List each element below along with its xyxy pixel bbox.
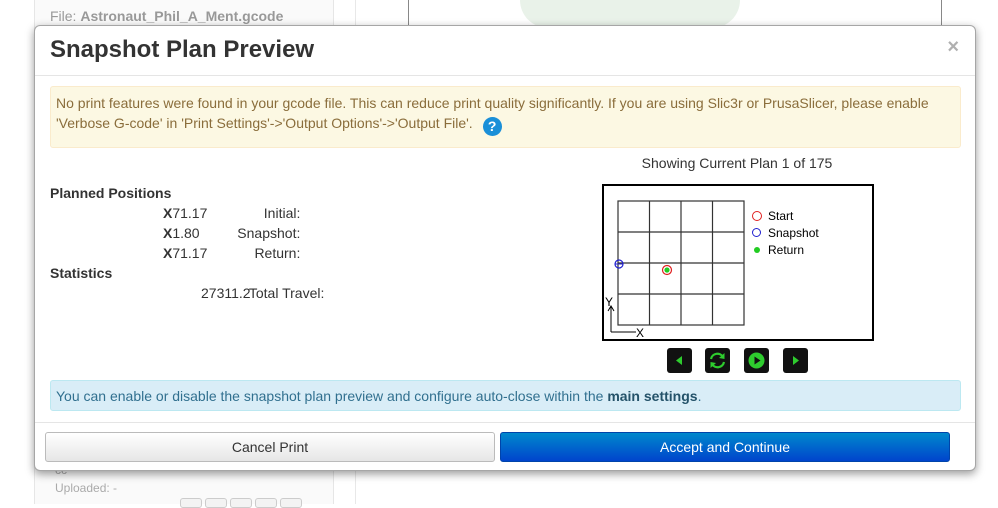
next-plan-button[interactable]: [783, 348, 808, 373]
return-value: X71.17: [163, 243, 207, 263]
initial-axis: X: [163, 205, 173, 221]
total-travel-value: 27311.2: [201, 285, 251, 301]
legend-return-label: Return: [768, 243, 805, 257]
info-end: .: [697, 388, 702, 404]
return-label: Return:: [254, 245, 301, 261]
file-label: File:: [50, 8, 77, 24]
planned-positions: Planned Positions Initial: X71.17 Snapsh…: [50, 183, 324, 303]
initial-value: X71.17: [163, 203, 207, 223]
main-settings-link[interactable]: main settings: [607, 388, 697, 404]
bed-grid: [617, 200, 745, 326]
refresh-plan-button[interactable]: [705, 348, 730, 373]
preview-settings-info: You can enable or disable the snapshot p…: [50, 380, 961, 411]
play-circle-icon: [748, 352, 765, 369]
background-button[interactable]: [230, 498, 252, 508]
return-axis: X: [163, 245, 173, 261]
refresh-icon: [709, 352, 726, 369]
triangle-right-icon: [793, 356, 799, 365]
modal-header: Snapshot Plan Preview ×: [35, 26, 975, 76]
snapshot-number: 1.80: [172, 225, 200, 241]
initial-number: 71.17: [172, 205, 208, 221]
modal-footer: Cancel Print Accept and Continue: [35, 422, 975, 471]
background-button[interactable]: [205, 498, 227, 508]
plot-legend: Start Snapshot Return: [752, 208, 819, 259]
legend-start-label: Start: [768, 209, 794, 223]
legend-return: Return: [752, 242, 819, 259]
statistics-heading: Statistics: [50, 265, 113, 281]
triangle-left-icon: [676, 356, 682, 365]
plan-status: Showing Current Plan 1 of 175: [641, 155, 833, 171]
no-features-warning: No print features were found in your gco…: [50, 86, 961, 148]
info-text: You can enable or disable the snapshot p…: [56, 388, 608, 404]
legend-snapshot: Snapshot: [752, 225, 819, 242]
x-axis-label: X: [636, 326, 644, 339]
legend-return-marker: [754, 247, 760, 253]
previous-plan-button[interactable]: [667, 348, 692, 373]
play-plan-button[interactable]: [744, 348, 769, 373]
y-axis-label: Y: [605, 295, 613, 309]
return-marker: [664, 267, 670, 273]
legend-start-marker: [752, 211, 762, 221]
legend-snapshot-label: Snapshot: [768, 226, 819, 240]
snapshot-value: X1.80: [163, 223, 200, 243]
background-button[interactable]: [180, 498, 202, 508]
snapshot-label: Snapshot:: [237, 225, 301, 241]
return-number: 71.17: [172, 245, 208, 261]
close-button[interactable]: ×: [947, 36, 959, 58]
total-travel-label: Total Travel:: [248, 285, 325, 301]
planned-positions-heading: Planned Positions: [50, 185, 172, 201]
legend-start: Start: [752, 208, 819, 225]
plan-plot-svg: Y X: [605, 200, 745, 339]
axis-indicator: [607, 305, 636, 333]
background-button[interactable]: [255, 498, 277, 508]
snapshot-plan-modal: Snapshot Plan Preview × No print feature…: [34, 25, 976, 471]
background-button[interactable]: [280, 498, 302, 508]
background-frame: [408, 0, 942, 28]
snapshot-plan-plot: Y X Start Snapshot Return: [602, 184, 874, 341]
background-uploaded: Uploaded: -: [55, 481, 118, 495]
cancel-print-button[interactable]: Cancel Print: [45, 432, 495, 462]
initial-label: Initial:: [263, 205, 301, 221]
position-row-return: Return: X71.17: [50, 243, 300, 263]
legend-snapshot-marker: [752, 228, 761, 237]
snapshot-axis: X: [163, 225, 173, 241]
position-row-snapshot: Snapshot: X1.80: [50, 223, 300, 243]
stat-row-total-travel: Total Travel: 27311.2: [50, 283, 324, 303]
accept-continue-button[interactable]: Accept and Continue: [500, 432, 950, 462]
modal-title: Snapshot Plan Preview: [50, 36, 315, 63]
file-name: Astronaut_Phil_A_Ment.gcode: [80, 8, 284, 24]
position-row-initial: Initial: X71.17: [50, 203, 300, 223]
help-icon[interactable]: ?: [482, 117, 502, 136]
background-file-label: File: Astronaut_Phil_A_Ment.gcode: [50, 8, 283, 24]
